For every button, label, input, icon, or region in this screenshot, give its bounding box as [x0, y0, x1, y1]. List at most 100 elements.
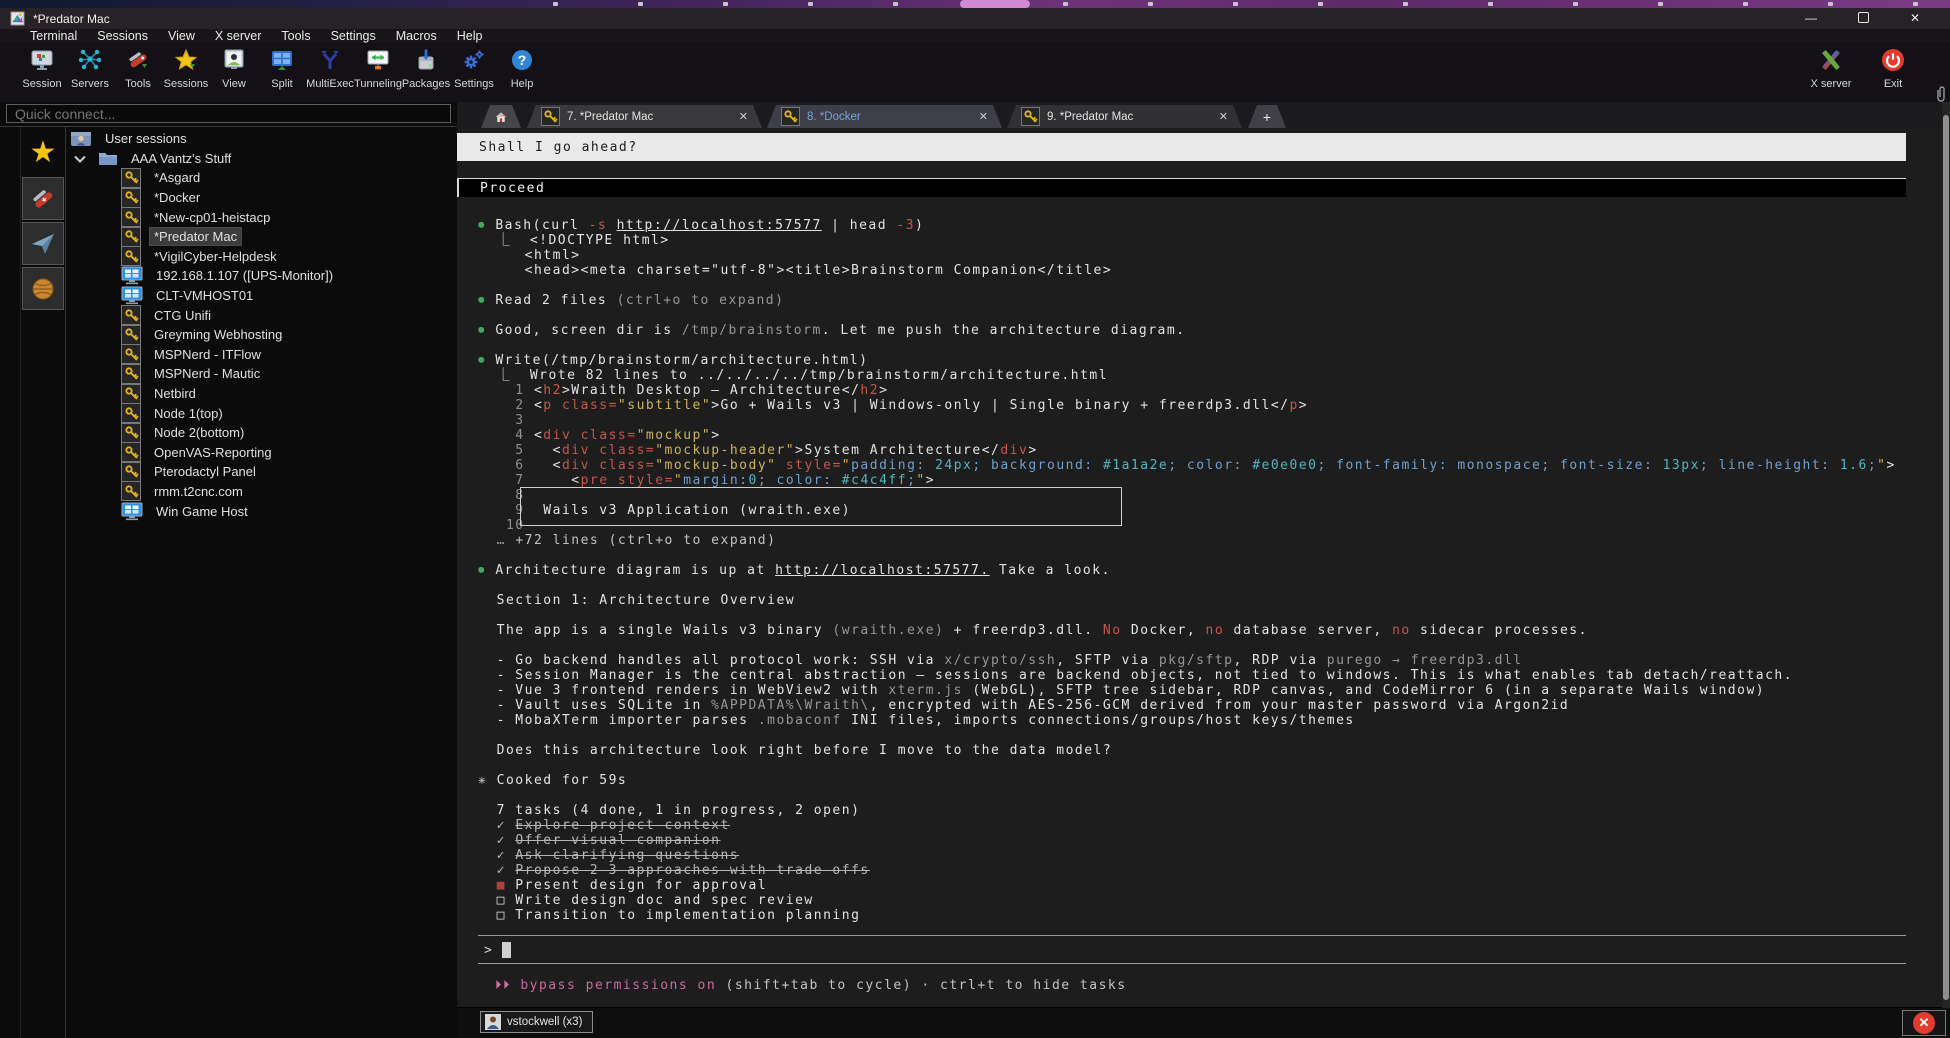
rail-tools-button[interactable]	[22, 177, 64, 220]
key-icon	[121, 227, 141, 247]
tree-item-pterodactyl-panel[interactable]: Pterodactyl Panel	[66, 462, 457, 482]
tab-home[interactable]	[481, 105, 521, 128]
tree-item-mspnerd-itflow[interactable]: MSPNerd - ITFlow	[66, 345, 457, 365]
tree-item-openvas-reporting[interactable]: OpenVAS-Reporting	[66, 443, 457, 463]
text-cursor	[502, 942, 511, 958]
favorites-star-icon[interactable]: ★	[21, 131, 65, 175]
toolbar-session-button[interactable]: Session	[18, 43, 66, 90]
taskbar-dot	[1233, 2, 1238, 6]
key-icon	[121, 462, 141, 482]
menu-x-server[interactable]: X server	[205, 29, 272, 43]
scrollbar-thumb[interactable]	[1943, 115, 1949, 1000]
taskbar-dot	[808, 2, 813, 6]
new-tab-button[interactable]: +	[1248, 105, 1286, 128]
tree-item-aaa-vantz-s-stuff[interactable]: AAA Vantz's Stuff	[66, 149, 457, 169]
session-button[interactable]: vstockwell (x3)	[480, 1011, 593, 1033]
close-tab-icon[interactable]: ✕	[729, 110, 748, 123]
toolbar-help-button[interactable]: ?Help	[498, 43, 546, 90]
key-icon	[121, 384, 141, 404]
tree-item--predator-mac[interactable]: *Predator Mac	[66, 227, 457, 247]
settings-icon	[461, 47, 487, 73]
taskbar-dot	[1318, 2, 1323, 6]
toolbar-settings-button[interactable]: Settings	[450, 43, 498, 90]
terminal-line: Does this architecture look right before…	[478, 743, 1906, 758]
rdp-icon	[121, 286, 143, 305]
taskbar-dot	[1743, 2, 1748, 6]
toolbar-sessions-button[interactable]: Sessions	[162, 43, 210, 90]
terminal-line: ⏺ Good, screen dir is /tmp/brainstorm. L…	[478, 323, 1906, 338]
tree-item--docker[interactable]: *Docker	[66, 188, 457, 208]
tree-item--new-cp01-heistacp[interactable]: *New-cp01-heistacp	[66, 207, 457, 227]
menu-settings[interactable]: Settings	[321, 29, 386, 43]
tree-item-192-168-1-107-ups-monitor-[interactable]: 192.168.1.107 ([UPS-Monitor])	[66, 266, 457, 286]
rdp-icon	[121, 502, 143, 521]
key-icon	[121, 403, 141, 423]
paperclip-icon[interactable]	[1934, 84, 1948, 104]
toolbar-label: Tools	[125, 78, 151, 90]
tree-item-ctg-unifi[interactable]: CTG Unifi	[66, 305, 457, 325]
toolbar-packages-button[interactable]: Packages	[402, 43, 450, 90]
menu-view[interactable]: View	[158, 29, 205, 43]
menu-sessions[interactable]: Sessions	[87, 29, 158, 43]
tree-item-mspnerd-mautic[interactable]: MSPNerd - Mautic	[66, 364, 457, 384]
menu-terminal[interactable]: Terminal	[20, 29, 87, 43]
tree-item-user-sessions[interactable]: User sessions	[66, 129, 457, 149]
menu-help[interactable]: Help	[447, 29, 493, 43]
menu-macros[interactable]: Macros	[386, 29, 447, 43]
input-box-bottom-rule	[478, 963, 1906, 964]
tab-9-predator-mac[interactable]: 9. *Predator Mac✕	[1007, 105, 1242, 128]
maximize-button[interactable]	[1850, 8, 1876, 29]
rail-web-button[interactable]	[22, 267, 64, 310]
tree-item-node-1-top-[interactable]: Node 1(top)	[66, 403, 457, 423]
tree-item-label: MSPNerd - Mautic	[150, 365, 264, 382]
tab-8-docker[interactable]: 8. *Docker✕	[767, 105, 1002, 128]
key-icon	[121, 344, 141, 364]
folder-icon	[98, 150, 118, 166]
close-tab-icon[interactable]: ✕	[1209, 110, 1228, 123]
terminal-line: □ Transition to implementation planning	[478, 908, 1906, 923]
tree-item-win-game-host[interactable]: Win Game Host	[66, 501, 457, 521]
taskbar-dot	[553, 2, 558, 6]
toolbar-label: Exit	[1884, 78, 1902, 90]
tree-item-rmm-t2cnc-com[interactable]: rmm.t2cnc.com	[66, 482, 457, 502]
terminal-line: ⏺ Bash(curl -s http://localhost:57577 | …	[478, 218, 1906, 233]
tree-item-clt-vmhost01[interactable]: CLT-VMHOST01	[66, 286, 457, 306]
tunneling-icon	[365, 47, 391, 73]
toolbar-label: Session	[22, 78, 61, 90]
xserver-icon	[1818, 47, 1844, 73]
kill-session-button[interactable]: ✕	[1902, 1010, 1946, 1036]
toolbar-servers-button[interactable]: Servers	[66, 43, 114, 90]
tab-7-predator-mac[interactable]: 7. *Predator Mac✕	[527, 105, 762, 128]
tab-bar: 7. *Predator Mac✕8. *Docker✕9. *Predator…	[457, 102, 1950, 128]
toolbar-view-button[interactable]: View	[210, 43, 258, 90]
tree-item-node-2-bottom-[interactable]: Node 2(bottom)	[66, 423, 457, 443]
terminal-line: 4 <div class="mockup">	[478, 428, 1906, 443]
tree-item--asgard[interactable]: *Asgard	[66, 168, 457, 188]
toolbar-xserver-button[interactable]: X server	[1800, 43, 1862, 90]
minimize-button[interactable]: —	[1798, 8, 1824, 29]
toolbar-multiexec-button[interactable]: MultiExec	[306, 43, 354, 90]
window-title: *Predator Mac	[33, 12, 110, 26]
terminal-line: ■ Present design for approval	[478, 878, 1906, 893]
prompt-row[interactable]: >	[484, 940, 511, 960]
tree-item-label: CLT-VMHOST01	[152, 287, 257, 304]
chevron-down-icon[interactable]	[74, 151, 88, 165]
tree-item-netbird[interactable]: Netbird	[66, 384, 457, 404]
toolbar-tunneling-button[interactable]: Tunneling	[354, 43, 402, 90]
close-tab-icon[interactable]: ✕	[969, 110, 988, 123]
toolbar-exit-button[interactable]: Exit	[1862, 43, 1924, 90]
exit-icon	[1880, 47, 1906, 73]
quick-connect-input[interactable]	[6, 104, 451, 123]
proceed-option[interactable]: Proceed	[457, 178, 1906, 197]
toolbar-split-button[interactable]: Split	[258, 43, 306, 90]
tree-item-greyming-webhosting[interactable]: Greyming Webhosting	[66, 325, 457, 345]
tree-item--vigilcyber-helpdesk[interactable]: *VigilCyber-Helpdesk	[66, 247, 457, 267]
tree-item-label: Node 2(bottom)	[150, 424, 248, 441]
menu-tools[interactable]: Tools	[271, 29, 320, 43]
rail-send-button[interactable]	[22, 222, 64, 265]
toolbar-tools-button[interactable]: Tools	[114, 43, 162, 90]
toolbar-label: Packages	[402, 78, 450, 90]
split-icon	[269, 47, 295, 73]
tree-item-label: rmm.t2cnc.com	[150, 483, 247, 500]
close-button[interactable]: ✕	[1902, 8, 1928, 29]
